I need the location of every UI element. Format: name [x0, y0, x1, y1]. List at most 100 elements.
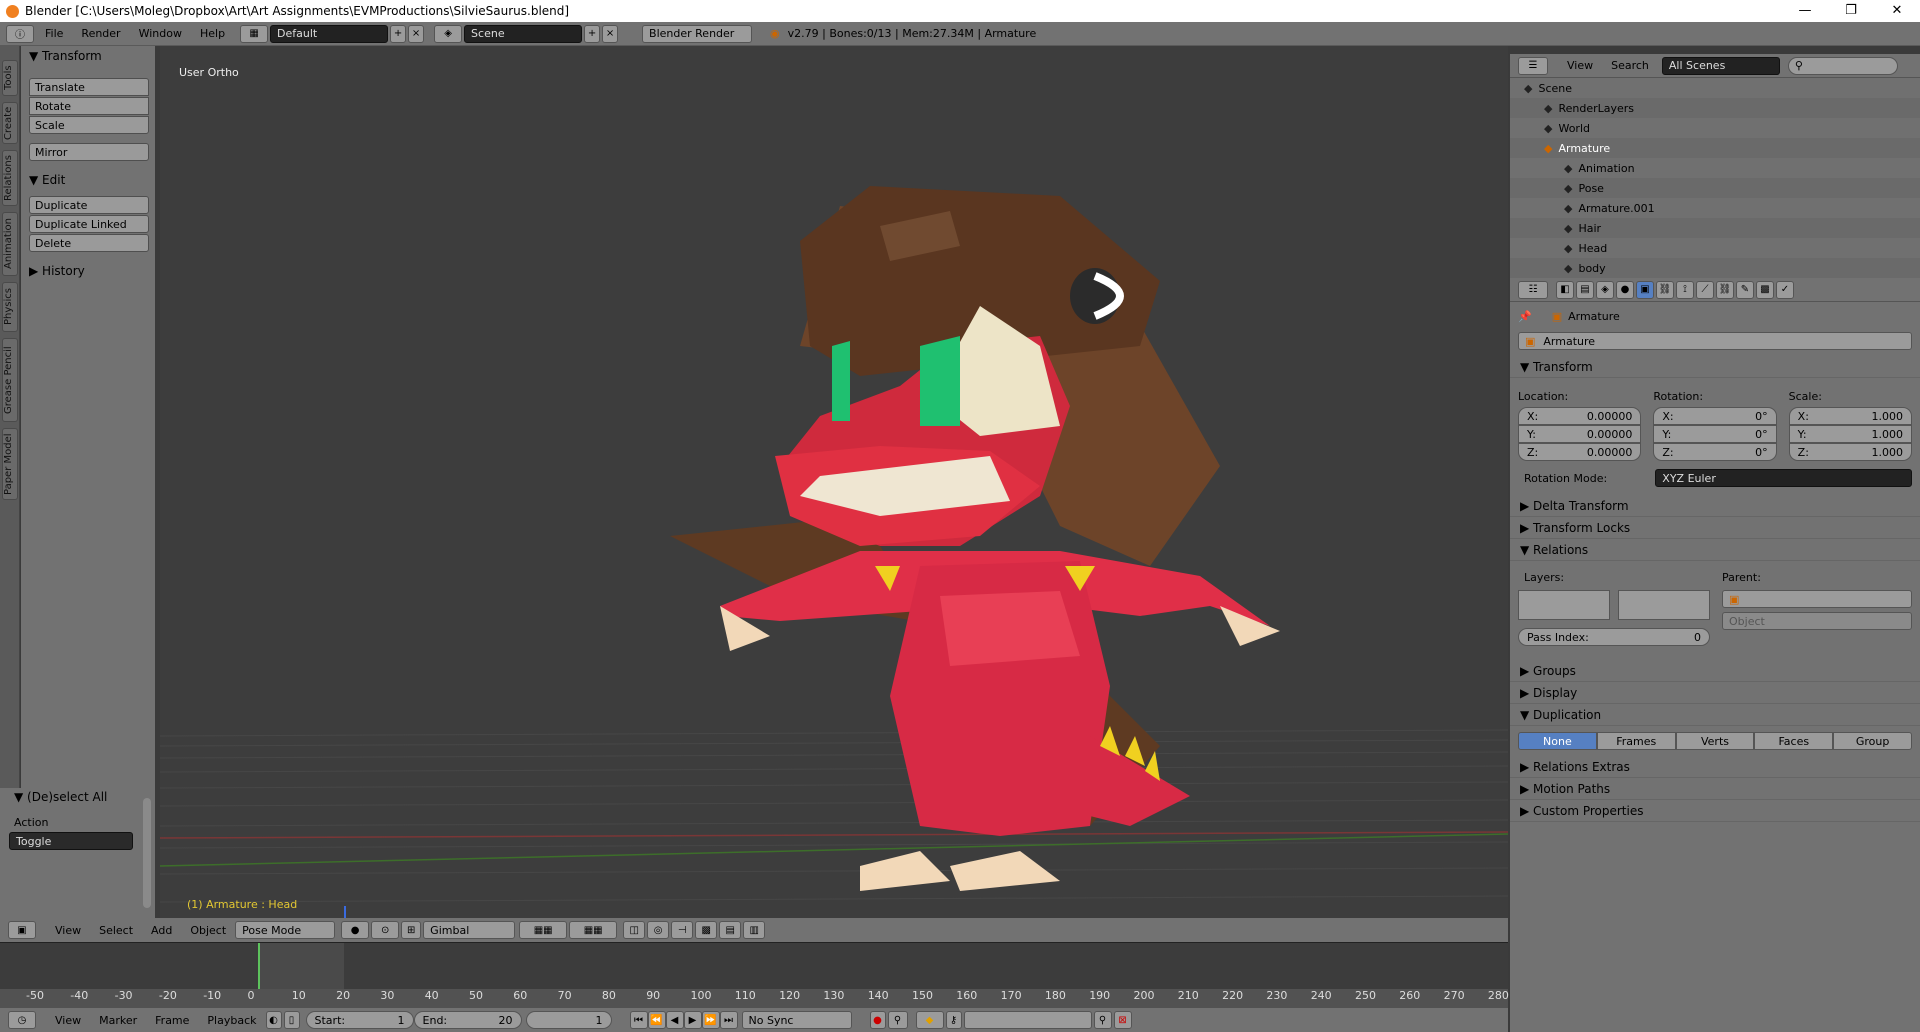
rot-x-field[interactable]: X: 0° — [1653, 407, 1777, 425]
outliner-item[interactable]: ◆ Armature.001 — [1510, 198, 1920, 218]
3d-viewport[interactable]: User Ortho (1) Armature: Head — [160, 46, 1508, 918]
tab-grease-pencil[interactable]: Grease Pencil — [2, 338, 18, 422]
outliner-item[interactable]: ◆ Head — [1510, 238, 1920, 258]
menu-help[interactable]: Help — [191, 27, 234, 40]
motion-paths-header[interactable]: ▶ Motion Paths — [1510, 778, 1920, 800]
menu-window[interactable]: Window — [130, 27, 191, 40]
world-tab-icon[interactable]: ● — [1616, 280, 1634, 299]
scene-icon[interactable]: ◈ — [434, 24, 463, 43]
tab-relations[interactable]: Relations — [2, 150, 18, 206]
keyset-icon[interactable]: ⚷ — [945, 1011, 962, 1029]
close-button[interactable]: ✕ — [1874, 0, 1920, 22]
remove-scene-icon[interactable]: × — [602, 24, 619, 43]
history-panel-header[interactable]: ▶ History — [21, 261, 155, 281]
mode-select[interactable]: Pose Mode — [235, 921, 336, 939]
keying-icon[interactable]: ⚲ — [887, 1011, 908, 1029]
outliner-search-field[interactable]: ⚲ — [1787, 56, 1898, 75]
tab-physics[interactable]: Physics — [2, 282, 18, 332]
outliner-item[interactable]: ◆ World — [1510, 118, 1920, 138]
menu-marker[interactable]: Marker — [90, 1014, 146, 1027]
maximize-button[interactable]: ❐ — [1828, 0, 1874, 22]
tab-create[interactable]: Create — [2, 102, 18, 144]
timeline-area[interactable]: -50 -40 -30 -20 -10 0 10 20 30 40 50 60 70 80 90 100 110… — [0, 942, 1509, 1009]
scale-x-field[interactable]: X: 1.000 — [1788, 407, 1912, 425]
dup-frames-button[interactable]: Frames — [1596, 732, 1676, 750]
layers-b-icon[interactable]: ▦▦ — [569, 921, 618, 939]
menu-file[interactable]: File — [36, 27, 72, 40]
edit-panel-header[interactable]: ▼ Edit — [21, 170, 155, 190]
menu-object[interactable]: Object — [181, 924, 235, 937]
scale-button[interactable]: Scale — [29, 116, 149, 134]
loc-x-field[interactable]: X: 0.00000 — [1518, 407, 1642, 425]
transform-locks-header[interactable]: ▶ Transform Locks — [1510, 517, 1920, 539]
relations-extras-header[interactable]: ▶ Relations Extras — [1510, 756, 1920, 778]
outliner-filter-select[interactable]: All Scenes — [1661, 56, 1780, 75]
jump-end-icon[interactable]: ⏭ — [719, 1011, 738, 1029]
tab-tools[interactable]: Tools — [2, 60, 18, 96]
object-name-field[interactable]: ▣ Armature — [1518, 332, 1912, 350]
menu-add[interactable]: Add — [142, 924, 181, 937]
layer-block-a[interactable] — [1518, 590, 1610, 620]
minimize-button[interactable]: — — [1782, 0, 1828, 22]
play-icon[interactable]: ▶ — [683, 1011, 702, 1029]
add-layout-icon[interactable]: + — [390, 24, 407, 43]
snap-target-icon[interactable]: ▩ — [695, 921, 718, 939]
pin-icon[interactable]: 📌 — [1518, 310, 1532, 323]
rot-y-field[interactable]: Y: 0° — [1653, 425, 1777, 443]
dup-group-button[interactable]: Group — [1833, 732, 1912, 750]
start-frame-field[interactable]: Start: 1 — [305, 1011, 414, 1029]
keying-set-field[interactable] — [963, 1011, 1092, 1029]
duplicate-linked-button[interactable]: Duplicate Linked — [29, 215, 149, 233]
outliner-item[interactable]: ◆ body — [1510, 258, 1920, 278]
lock-camera-icon[interactable]: ◫ — [623, 921, 646, 939]
layers-a-icon[interactable]: ▦▦ — [519, 921, 568, 939]
rot-z-field[interactable]: Z: 0° — [1653, 443, 1777, 461]
dup-none-button[interactable]: None — [1518, 732, 1597, 750]
texture-tab-icon[interactable]: ▩ — [1756, 280, 1774, 299]
layer-block-b[interactable] — [1618, 590, 1710, 620]
outliner-item[interactable]: ◆ RenderLayers — [1510, 98, 1920, 118]
layer-grid[interactable] — [1518, 590, 1712, 620]
loc-z-field[interactable]: Z: 0.00000 — [1518, 443, 1642, 461]
editor-type-icon[interactable]: ▣ — [8, 921, 36, 939]
menu-outliner-search[interactable]: Search — [1602, 59, 1658, 72]
loc-y-field[interactable]: Y: 0.00000 — [1518, 425, 1642, 443]
delta-transform-header[interactable]: ▶ Delta Transform — [1510, 495, 1920, 517]
modifiers-tab-icon[interactable]: ✎ — [1736, 280, 1754, 299]
record-icon[interactable]: ● — [869, 1011, 886, 1029]
lock-range-icon[interactable]: ▯ — [283, 1011, 300, 1029]
duplication-header[interactable]: ▼ Duplication — [1510, 704, 1920, 726]
menu-view[interactable]: View — [46, 924, 90, 937]
parent-field[interactable]: ▣ — [1722, 590, 1912, 608]
transform-panel-header[interactable]: ▼ Transform — [1510, 356, 1920, 378]
display-header[interactable]: ▶ Display — [1510, 682, 1920, 704]
menu-outliner-view[interactable]: View — [1558, 59, 1602, 72]
tab-paper-model[interactable]: Paper Model — [2, 428, 18, 500]
shading-icon[interactable]: ● — [341, 921, 370, 939]
info-editor-icon[interactable]: ⓘ — [6, 24, 34, 43]
next-key-icon[interactable]: ⏩ — [701, 1011, 720, 1029]
dup-faces-button[interactable]: Faces — [1754, 732, 1834, 750]
scrollbar[interactable] — [143, 798, 151, 908]
opengl-icon[interactable]: ▥ — [743, 921, 766, 939]
render-icon[interactable]: ▤ — [719, 921, 742, 939]
scene-field[interactable]: Scene — [464, 24, 583, 43]
properties-editor-icon[interactable]: ☷ — [1518, 280, 1548, 299]
tab-animation[interactable]: Animation — [2, 212, 18, 276]
manipulator-icon[interactable]: ⊞ — [401, 921, 422, 939]
play-reverse-icon[interactable]: ◀ — [665, 1011, 684, 1029]
sync-select[interactable]: No Sync — [741, 1011, 852, 1029]
end-frame-field[interactable]: End: 20 — [413, 1011, 522, 1029]
menu-render[interactable]: Render — [72, 27, 129, 40]
pivot-icon[interactable]: ⊙ — [371, 921, 400, 939]
groups-header[interactable]: ▶ Groups — [1510, 660, 1920, 682]
scale-y-field[interactable]: Y: 1.000 — [1788, 425, 1912, 443]
custom-properties-header[interactable]: ▶ Custom Properties — [1510, 800, 1920, 822]
outliner-item[interactable]: ◆ Pose — [1510, 178, 1920, 198]
layout-icon[interactable]: ▦ — [240, 24, 269, 43]
render-tab-icon[interactable]: ◧ — [1556, 280, 1574, 299]
layers-tab-icon[interactable]: ▤ — [1576, 280, 1594, 299]
parent-type-select[interactable]: Object — [1722, 612, 1912, 630]
outliner-item[interactable]: ◆ Animation — [1510, 158, 1920, 178]
menu-select[interactable]: Select — [90, 924, 142, 937]
